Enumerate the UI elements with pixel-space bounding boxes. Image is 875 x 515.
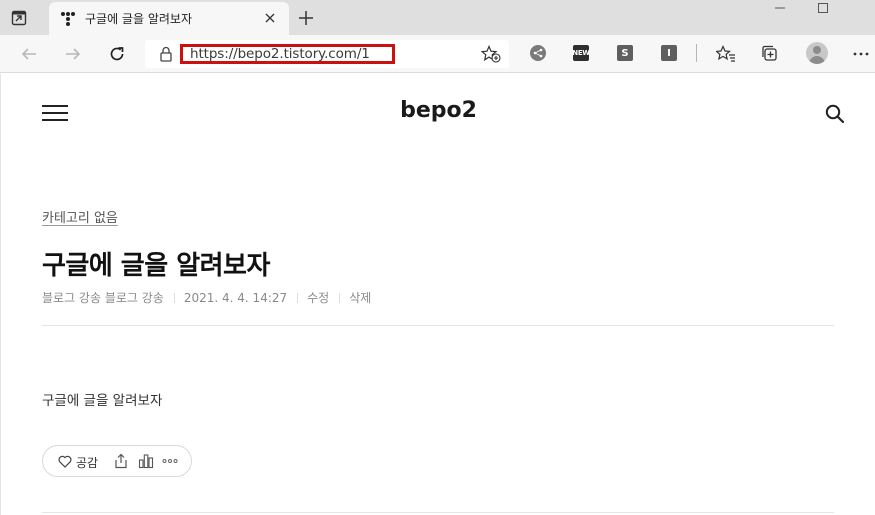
i-extension-icon[interactable]: I: [661, 45, 677, 61]
post-title: 구글에 글을 알려보자: [42, 251, 270, 281]
maximize-icon[interactable]: [808, 0, 838, 16]
add-favorite-icon[interactable]: [480, 44, 501, 63]
back-icon[interactable]: [18, 43, 40, 65]
refresh-icon[interactable]: [106, 43, 128, 65]
minimize-icon[interactable]: [765, 0, 795, 16]
collections-icon[interactable]: [759, 43, 781, 65]
url-text[interactable]: https://bepo2.tistory.com/1: [190, 46, 370, 62]
tab-active[interactable]: 구글에 글을 알려보자: [49, 2, 289, 35]
forward-icon[interactable]: [62, 43, 84, 65]
favorites-icon[interactable]: [715, 43, 737, 65]
s-extension-icon[interactable]: S: [617, 45, 633, 61]
more-options-icon[interactable]: [850, 43, 872, 65]
delete-link[interactable]: 삭제: [349, 289, 371, 306]
footer-divider: [42, 512, 834, 513]
tab-strip: 구글에 글을 알려보자: [0, 0, 875, 35]
web-page: bepo2 카테고리 없음 구글에 글을 알려보자 블로그 강송 블로그 강송 2…: [0, 74, 875, 515]
share-extension-icon[interactable]: [530, 45, 546, 61]
post-date: 2021. 4. 4. 14:27: [183, 291, 288, 305]
tab-title: 구글에 글을 알려보자: [85, 12, 192, 26]
share-icon[interactable]: [113, 453, 129, 469]
like-button[interactable]: 공감: [58, 453, 98, 471]
tab-actions-icon[interactable]: [9, 8, 29, 28]
post-body: 구글에 글을 알려보자: [42, 393, 163, 409]
profile-avatar[interactable]: [806, 42, 828, 64]
browser-window: 구글에 글을 알려보자 https://bepo2.tistory.com/1 …: [0, 0, 875, 515]
address-bar[interactable]: https://bepo2.tistory.com/1: [145, 40, 509, 68]
post-category-link[interactable]: 카테고리 없음: [42, 207, 118, 226]
lock-icon[interactable]: [159, 46, 173, 62]
edit-link[interactable]: 수정: [307, 289, 329, 306]
post-author[interactable]: 블로그 강송 블로그 강송: [42, 289, 164, 306]
new-badge-extension-icon[interactable]: NEW: [572, 45, 590, 61]
post-meta: 블로그 강송 블로그 강송 2021. 4. 4. 14:27 수정 삭제: [42, 289, 371, 306]
post-action-bar: 공감: [42, 445, 192, 477]
tistory-favicon-icon: [60, 11, 76, 27]
tab-close-icon[interactable]: [262, 10, 278, 26]
like-label: 공감: [76, 455, 99, 470]
stats-icon[interactable]: [138, 453, 154, 469]
toolbar-separator: [696, 44, 697, 62]
url-highlight-box: https://bepo2.tistory.com/1: [180, 44, 395, 64]
site-title[interactable]: bepo2: [1, 98, 875, 123]
header-divider: [42, 325, 834, 326]
heart-icon: [58, 453, 72, 472]
new-tab-button[interactable]: [296, 8, 316, 28]
more-actions-icon[interactable]: [161, 453, 179, 469]
search-icon[interactable]: [824, 103, 846, 125]
